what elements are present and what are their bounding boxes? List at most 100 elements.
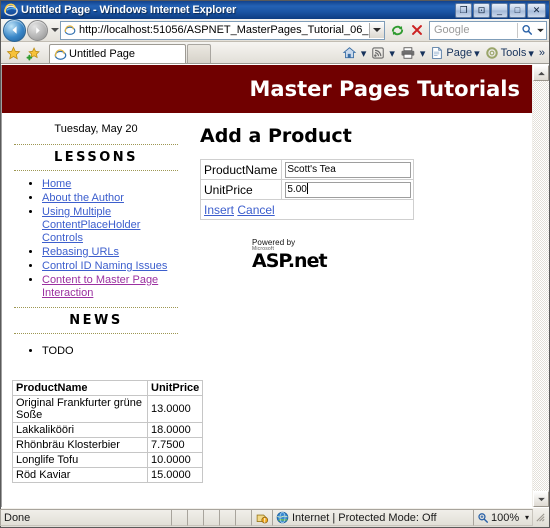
- resize-grip[interactable]: [532, 509, 549, 526]
- command-bar: ▾ ▾ ▾ Page ▾ Tools ▾ »: [341, 43, 547, 63]
- unitprice-label: UnitPrice: [199, 179, 283, 200]
- status-slot-3: [203, 509, 220, 526]
- unitprice-input[interactable]: 5.00: [285, 181, 412, 198]
- window-title: Untitled Page - Windows Internet Explore…: [21, 4, 237, 16]
- sidebar-link-about-the-author[interactable]: About the Author: [42, 192, 124, 204]
- page-title: Add a Product: [200, 125, 352, 147]
- new-tab-button[interactable]: [187, 44, 211, 63]
- minimize-button[interactable]: _: [491, 3, 508, 18]
- table-row: Insert Cancel: [199, 199, 415, 220]
- zoom-control[interactable]: 100% ▾: [473, 509, 533, 526]
- address-bar-url[interactable]: http://localhost:51056/ASPNET_MasterPage…: [78, 24, 369, 36]
- feeds-caret-icon[interactable]: ▾: [389, 47, 395, 60]
- grid-cell-productname: Röd Kaviar: [12, 467, 148, 483]
- feeds-button[interactable]: ▾: [370, 44, 399, 63]
- productname-input[interactable]: Scott's Tea: [285, 161, 412, 178]
- security-zone-label: Internet | Protected Mode: Off: [292, 511, 437, 524]
- status-slot-1: [171, 509, 188, 526]
- tab-and-command-bar: Untitled Page ▾ ▾ ▾ Page ▾ Tools ▾ »: [1, 42, 549, 64]
- sidebar-link-content-to-master-page-interaction[interactable]: Content to Master Page Interaction: [42, 274, 158, 299]
- refresh-button[interactable]: [387, 20, 407, 40]
- lessons-list: Home About the Author Using Multiple Con…: [2, 178, 190, 300]
- search-box[interactable]: Google: [429, 20, 547, 40]
- recent-pages-dropdown-icon[interactable]: [49, 20, 60, 40]
- net-text: net: [294, 250, 327, 272]
- window-resize-button[interactable]: ⊡: [473, 3, 490, 18]
- zoom-level-label: 100%: [491, 511, 520, 524]
- scroll-up-button[interactable]: [533, 65, 549, 81]
- cancel-link[interactable]: Cancel: [237, 203, 274, 217]
- page-viewport: Master Pages Tutorials Tuesday, May 20 L…: [1, 64, 549, 507]
- list-item: About the Author: [42, 192, 190, 205]
- list-item: Control ID Naming Issues: [42, 260, 190, 273]
- insert-link[interactable]: Insert: [204, 203, 234, 217]
- unitprice-field-cell: 5.00: [281, 179, 415, 200]
- ie-browser-window: Untitled Page - Windows Internet Explore…: [0, 0, 550, 528]
- page-caret-icon[interactable]: ▾: [474, 47, 480, 60]
- sidebar-link-rebasing-urls[interactable]: Rebasing URLs: [42, 246, 119, 258]
- page-menu-button[interactable]: Page ▾: [429, 44, 483, 63]
- sidebar-link-home[interactable]: Home: [42, 178, 71, 190]
- unitprice-input-value: 5.00: [287, 183, 307, 195]
- search-provider-dropdown-icon[interactable]: [535, 23, 546, 38]
- text-cursor: [306, 182, 308, 194]
- scroll-down-button[interactable]: [533, 491, 549, 507]
- command-overflow-button[interactable]: »: [538, 44, 546, 63]
- divider-below-news: [14, 333, 178, 334]
- close-button[interactable]: ✕: [527, 3, 546, 18]
- sidebar-link-using-multiple-contentplaceholder-controls[interactable]: Using Multiple ContentPlaceHolder Contro…: [42, 206, 140, 244]
- tab-label: Untitled Page: [69, 48, 136, 60]
- forward-button[interactable]: [27, 19, 48, 41]
- back-button[interactable]: [3, 18, 26, 42]
- tab-untitled-page[interactable]: Untitled Page: [49, 44, 186, 63]
- scrollbar-track[interactable]: [533, 81, 549, 491]
- tools-menu-label: Tools: [500, 47, 527, 59]
- address-bar[interactable]: http://localhost:51056/ASPNET_MasterPage…: [60, 20, 385, 40]
- restore-down-button[interactable]: ❐: [455, 3, 472, 18]
- grid-cell-unitprice: 7.7500: [146, 437, 204, 453]
- stop-button[interactable]: [407, 20, 427, 40]
- grid-cell-unitprice: 15.0000: [146, 467, 204, 483]
- add-product-form: ProductName Scott's Tea UnitPrice 5.00 I…: [199, 159, 415, 220]
- web-page-content: Master Pages Tutorials Tuesday, May 20 L…: [2, 65, 532, 507]
- status-slot-2: [187, 509, 204, 526]
- status-text: Done: [0, 509, 172, 526]
- table-row: Original Frankfurter grüne Soße 13.0000: [12, 395, 204, 423]
- favorites-center-icon[interactable]: [3, 43, 23, 63]
- grid-cell-unitprice: 10.0000: [146, 452, 204, 468]
- home-caret-icon[interactable]: ▾: [361, 47, 367, 60]
- search-icon[interactable]: [517, 22, 535, 38]
- add-to-favorites-icon[interactable]: [23, 43, 43, 63]
- table-header-row: ProductName UnitPrice: [12, 380, 204, 396]
- list-item: Content to Master Page Interaction: [42, 274, 190, 300]
- rss-feed-icon: [371, 46, 385, 60]
- products-data-grid: ProductName UnitPrice Original Frankfurt…: [12, 380, 204, 483]
- grid-header-productname: ProductName: [12, 380, 148, 396]
- window-controls: ❐ ⊡ _ □ ✕: [455, 3, 546, 18]
- list-item: TODO: [42, 344, 190, 358]
- zoom-icon: [477, 512, 489, 524]
- internet-explorer-icon: [4, 3, 18, 17]
- vertical-scrollbar[interactable]: [532, 65, 549, 507]
- table-row: Lakkalikööri 18.0000: [12, 422, 204, 438]
- security-warning-icon[interactable]: [251, 509, 273, 526]
- maximize-button[interactable]: □: [509, 3, 526, 18]
- tools-menu-button[interactable]: Tools ▾: [484, 44, 538, 63]
- table-row: ProductName Scott's Tea: [199, 159, 415, 180]
- sidebar-link-control-id-naming-issues[interactable]: Control ID Naming Issues: [42, 260, 167, 272]
- site-banner: Master Pages Tutorials: [2, 65, 532, 113]
- print-caret-icon[interactable]: ▾: [420, 47, 426, 60]
- powered-by-aspnet-logo: Powered by Microsoft ASP.net: [252, 238, 344, 271]
- print-button[interactable]: ▾: [399, 44, 430, 63]
- home-button[interactable]: ▾: [341, 44, 371, 63]
- grid-cell-unitprice: 13.0000: [146, 395, 204, 423]
- asp-text: ASP: [252, 250, 289, 272]
- list-item: Home: [42, 178, 190, 191]
- grid-header-unitprice: UnitPrice: [146, 380, 204, 396]
- security-zone[interactable]: Internet | Protected Mode: Off: [272, 509, 474, 526]
- list-item: Using Multiple ContentPlaceHolder Contro…: [42, 206, 190, 245]
- search-input[interactable]: Google: [430, 24, 517, 36]
- address-history-dropdown-icon[interactable]: [369, 22, 384, 38]
- zoom-caret-icon[interactable]: ▾: [525, 513, 529, 522]
- tools-caret-icon[interactable]: ▾: [528, 47, 534, 60]
